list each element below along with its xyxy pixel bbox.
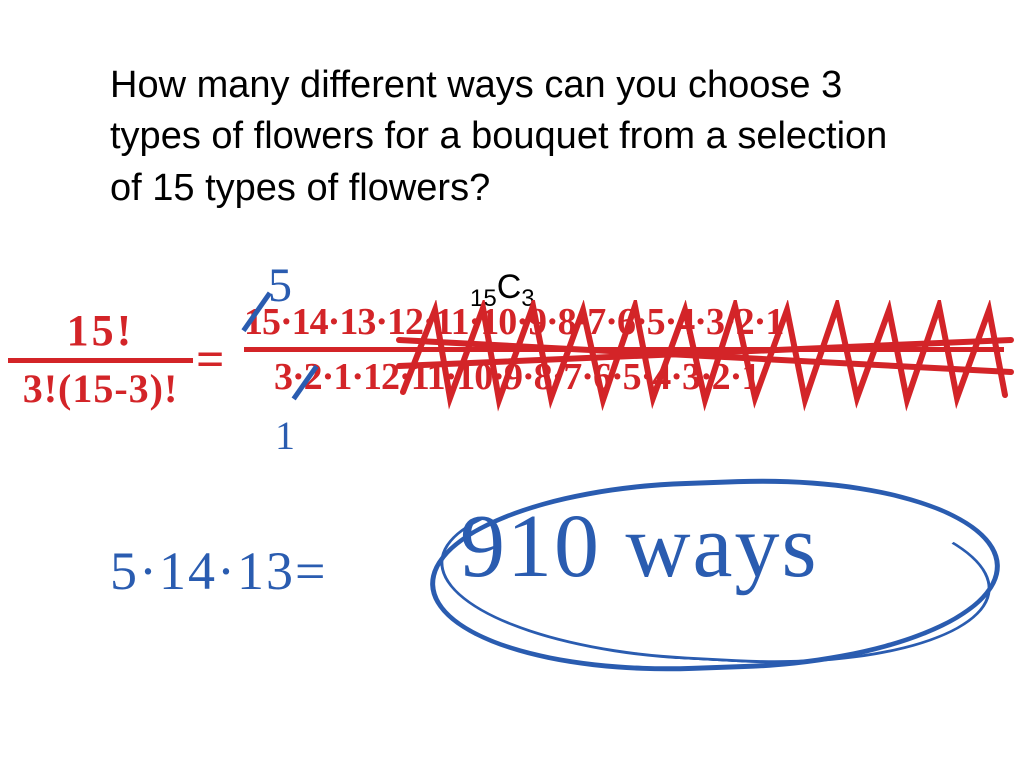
formula-denominator: 3!(15-3)!: [8, 365, 193, 412]
equals-sign: =: [196, 330, 225, 388]
fraction-bar-long: [244, 347, 1004, 352]
fraction-bar: [8, 358, 193, 363]
formula-numerator: 15!: [8, 305, 193, 356]
formula-fraction: 15! 3!(15-3)!: [8, 305, 193, 412]
simplify-bottom-note: 1: [275, 412, 295, 459]
expanded-numerator: 15·14·13·12·11·10·9·8·7·6·5·4·3·2·1: [244, 300, 1004, 344]
expanded-denominator: 3·2·1·12·11·10·9·8·7·6·5·4·3·2·1: [244, 355, 1004, 399]
whiteboard-page: How many different ways can you choose 3…: [0, 0, 1024, 768]
final-calculation: 5·14·13=: [110, 540, 327, 602]
question-text: How many different ways can you choose 3…: [110, 60, 920, 214]
expanded-fraction: 15·14·13·12·11·10·9·8·7·6·5·4·3·2·1 3·2·…: [244, 300, 1004, 399]
